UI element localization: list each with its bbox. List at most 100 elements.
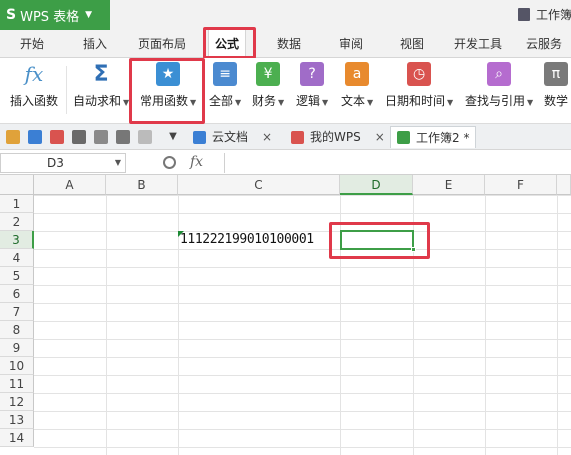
- row-header[interactable]: 8: [0, 321, 34, 339]
- datetime-functions-label: 日期和时间: [385, 94, 446, 108]
- document-icon: [518, 8, 530, 21]
- select-all-corner[interactable]: [0, 175, 34, 195]
- save-icon[interactable]: [28, 130, 42, 144]
- autosum-label: 自动求和: [73, 94, 122, 108]
- chevron-down-icon[interactable]: ▼: [115, 154, 121, 172]
- dropdown-arrow-icon: ▼: [527, 98, 534, 107]
- row-header[interactable]: 7: [0, 303, 34, 321]
- app-menu-button[interactable]: S WPS 表格 ▼: [0, 0, 110, 30]
- sigma-icon: Σ: [93, 61, 109, 87]
- insert-function-label: 插入函数: [10, 94, 59, 108]
- star-book-icon: ★: [156, 62, 181, 86]
- tab-data[interactable]: 数据: [277, 30, 301, 58]
- row-header[interactable]: 13: [0, 411, 34, 429]
- logical-functions-label: 逻辑: [296, 94, 321, 108]
- row-header[interactable]: 2: [0, 213, 34, 231]
- row-header[interactable]: 14: [0, 429, 34, 447]
- doc-tab-workbook2[interactable]: 工作簿2 *: [390, 126, 477, 148]
- tab-formulas[interactable]: 公式: [208, 30, 247, 59]
- doc-tab-label: 云文档: [212, 130, 249, 144]
- row-header[interactable]: 1: [0, 195, 34, 213]
- dropdown-arrow-icon: ▼: [123, 98, 130, 107]
- ribbon-tab-bar: 开始 插入 页面布局 公式 数据 审阅 视图 开发工具 云服务: [0, 30, 571, 59]
- dropdown-arrow-icon: ▼: [190, 98, 197, 107]
- gridline: [557, 195, 558, 455]
- all-functions-button[interactable]: ≡ 全部 ▼: [209, 62, 241, 109]
- financial-functions-button[interactable]: ¥ 财务 ▼: [252, 62, 284, 109]
- column-header-a[interactable]: A: [34, 175, 106, 195]
- row-header-selected[interactable]: 3: [0, 231, 34, 249]
- spreadsheet-grid: A B C D E F 1 2 3 4 5 6 7 8 9 10 11 12 1…: [0, 175, 571, 455]
- tab-insert[interactable]: 插入: [83, 30, 107, 58]
- tab-page-layout[interactable]: 页面布局: [138, 30, 186, 58]
- close-icon[interactable]: ×: [375, 126, 385, 148]
- text-functions-button[interactable]: a 文本 ▼: [341, 62, 373, 109]
- close-icon[interactable]: ×: [262, 126, 272, 148]
- question-book-icon: ?: [300, 62, 325, 86]
- fill-handle[interactable]: [411, 247, 416, 252]
- row-header[interactable]: 6: [0, 285, 34, 303]
- gridline: [106, 195, 107, 455]
- text-book-icon: a: [345, 62, 370, 86]
- undo-icon[interactable]: [116, 130, 130, 144]
- formula-ribbon: fx 插入函数 Σ 自动求和 ▼ ★ 常用函数 ▼ ≡ 全部 ▼ ¥ 财务 ▼ ? 逻辑…: [0, 58, 571, 124]
- open-folder-icon[interactable]: [6, 130, 20, 144]
- column-header-b[interactable]: B: [106, 175, 178, 195]
- print-preview-icon[interactable]: [94, 130, 108, 144]
- cell-reference: D3: [47, 156, 64, 170]
- row-header[interactable]: 9: [0, 339, 34, 357]
- gridline: [485, 195, 486, 455]
- column-header-c[interactable]: C: [178, 175, 340, 195]
- lookup-functions-button[interactable]: ⌕ 查找与引用 ▼: [465, 62, 533, 109]
- dropdown-arrow-icon: ▼: [322, 98, 329, 107]
- datetime-functions-button[interactable]: ◷ 日期和时间 ▼: [385, 62, 453, 109]
- doc-tab-mywps[interactable]: 我的WPS ×: [291, 126, 385, 148]
- doc-tab-cloud[interactable]: 云文档 ×: [193, 126, 272, 148]
- tab-developer[interactable]: 开发工具: [454, 30, 502, 58]
- formula-bar: D3 ▼ fx: [0, 151, 571, 175]
- active-cell-d3[interactable]: [340, 230, 416, 252]
- autosum-button[interactable]: Σ 自动求和 ▼: [73, 62, 129, 109]
- column-header-f[interactable]: F: [485, 175, 557, 195]
- name-box[interactable]: D3 ▼: [0, 153, 126, 173]
- insert-function-button[interactable]: fx 插入函数: [10, 62, 58, 109]
- common-functions-button[interactable]: ★ 常用函数 ▼: [140, 62, 196, 109]
- doc-tab-label: 工作簿2 *: [416, 130, 470, 145]
- more-commands-chevron-icon[interactable]: ▼: [166, 130, 180, 144]
- row-header[interactable]: 12: [0, 393, 34, 411]
- print-icon[interactable]: [72, 130, 86, 144]
- tab-start[interactable]: 开始: [20, 30, 44, 58]
- row-header[interactable]: 4: [0, 249, 34, 267]
- formula-input[interactable]: [224, 153, 571, 173]
- lookup-functions-label: 查找与引用: [465, 94, 526, 108]
- common-functions-label: 常用函数: [140, 94, 189, 108]
- wps-logo-icon: S: [6, 7, 17, 23]
- cell-c3[interactable]: 111222199010100001: [180, 232, 314, 247]
- redo-icon[interactable]: [138, 130, 152, 144]
- ribbon-separator: [66, 66, 67, 114]
- dropdown-arrow-icon: ▼: [278, 98, 285, 107]
- wps-logo-icon: [291, 130, 304, 144]
- fx-icon[interactable]: fx: [190, 154, 203, 170]
- title-bar: S WPS 表格 ▼ 工作簿: [0, 0, 571, 30]
- export-pdf-icon[interactable]: [50, 130, 64, 144]
- all-functions-label: 全部: [209, 94, 234, 108]
- tab-review[interactable]: 审阅: [339, 30, 363, 58]
- column-header-e[interactable]: E: [413, 175, 485, 195]
- column-header-d[interactable]: D: [340, 175, 413, 195]
- dropdown-arrow-icon: ▼: [447, 98, 454, 107]
- tab-view[interactable]: 视图: [400, 30, 424, 58]
- row-header[interactable]: 5: [0, 267, 34, 285]
- dropdown-arrow-icon: ▼: [367, 98, 374, 107]
- money-book-icon: ¥: [256, 62, 281, 86]
- dropdown-arrow-icon: ▼: [235, 98, 242, 107]
- row-header[interactable]: 11: [0, 375, 34, 393]
- zoom-search-icon[interactable]: [163, 156, 176, 169]
- document-title: 工作簿: [518, 6, 571, 23]
- math-functions-button[interactable]: π 数学: [544, 62, 568, 109]
- tab-cloud[interactable]: 云服务: [526, 30, 562, 58]
- logical-functions-button[interactable]: ? 逻辑 ▼: [296, 62, 328, 109]
- column-header-g[interactable]: [557, 175, 571, 195]
- row-header[interactable]: 10: [0, 357, 34, 375]
- app-name: WPS 表格: [20, 9, 80, 25]
